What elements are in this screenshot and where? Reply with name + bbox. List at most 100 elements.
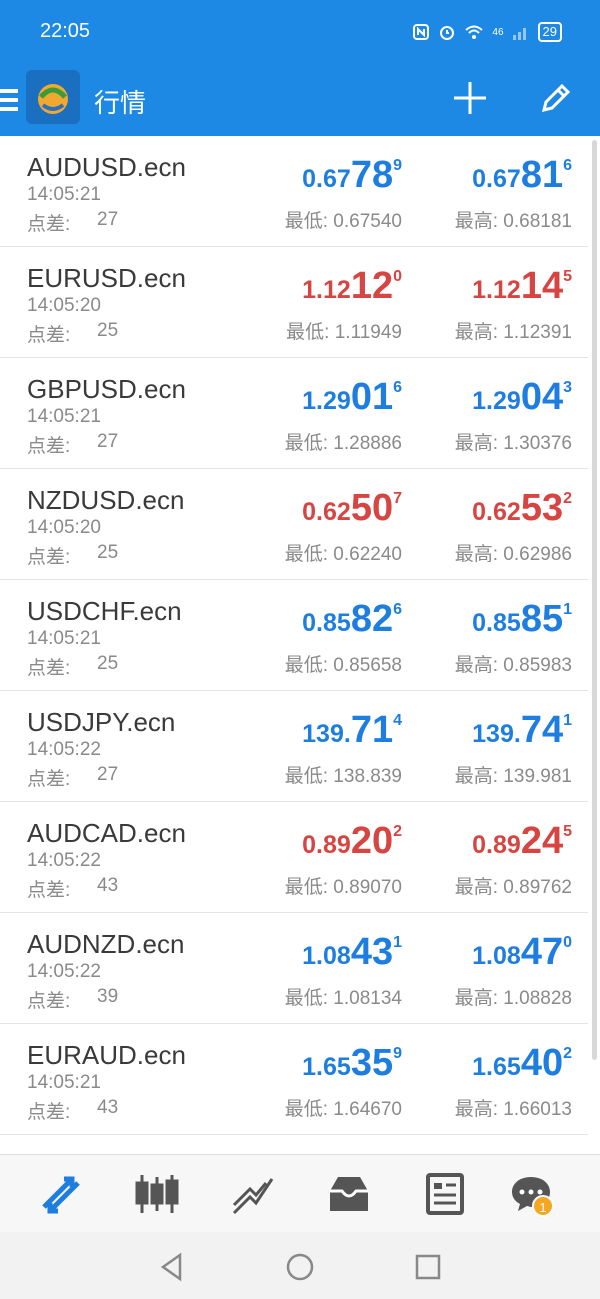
spread-value: 43 — [97, 875, 119, 896]
app-bar: 行情 — [0, 68, 600, 136]
ask-price[interactable]: 1.65402 — [472, 1042, 572, 1086]
ask-price-prefix: 0.62 — [472, 498, 521, 526]
bid-price[interactable]: 1.12120 — [302, 265, 402, 309]
ask-price-pips: 74 — [520, 709, 564, 751]
recents-icon[interactable] — [414, 1252, 442, 1282]
ask-price-fraction: 1 — [563, 712, 572, 729]
bid-price-prefix: 139. — [302, 720, 351, 748]
quote-time: 14:05:21 — [27, 1072, 101, 1093]
quote-row[interactable]: AUDNZD.ecn 14:05:22 点差: 39 1.08431 1.084… — [0, 913, 588, 1024]
quotes-icon[interactable] — [38, 1171, 84, 1217]
bid-price-fraction: 9 — [393, 1045, 402, 1062]
spread-value: 27 — [97, 431, 119, 452]
quote-row[interactable]: AUDUSD.ecn 14:05:21 点差: 27 0.67789 0.678… — [0, 136, 588, 247]
back-icon[interactable] — [158, 1252, 186, 1282]
bid-price-fraction: 7 — [393, 490, 402, 507]
network-label: 46 — [492, 26, 504, 38]
ask-price-fraction: 5 — [563, 823, 572, 840]
spread-value: 39 — [97, 986, 119, 1007]
news-icon[interactable] — [422, 1171, 468, 1217]
add-icon[interactable] — [452, 80, 488, 116]
spread-label: 点差: — [27, 436, 71, 457]
high-price: 最高: 139.981 — [454, 766, 572, 787]
quote-row[interactable]: AUDCAD.ecn 14:05:22 点差: 43 0.89202 0.892… — [0, 802, 588, 913]
quote-row[interactable]: EURUSD.ecn 14:05:20 点差: 25 1.12120 1.121… — [0, 247, 588, 358]
scrollbar-thumb[interactable] — [592, 140, 597, 1060]
spread-label: 点差: — [27, 1102, 71, 1123]
bid-price-pips: 43 — [350, 931, 394, 973]
menu-icon[interactable] — [0, 86, 18, 116]
quote-row[interactable]: EURAUD.ecn 14:05:21 点差: 43 1.65359 1.654… — [0, 1024, 588, 1135]
quote-row[interactable]: GBPUSD.ecn 14:05:21 点差: 27 1.29016 1.290… — [0, 358, 588, 469]
symbol-name: EURUSD.ecn — [27, 263, 186, 293]
bid-price[interactable]: 1.29016 — [302, 376, 402, 420]
spread-label: 点差: — [27, 769, 71, 790]
ask-price[interactable]: 139.741 — [472, 709, 572, 753]
bid-price-fraction: 4 — [393, 712, 402, 729]
ask-price-fraction: 5 — [563, 268, 572, 285]
signal-icon — [512, 28, 526, 40]
ask-price[interactable]: 1.29043 — [472, 376, 572, 420]
metatrader-logo — [26, 70, 80, 124]
chat-button[interactable]: 1 — [508, 1171, 554, 1217]
system-nav — [0, 1232, 600, 1299]
ask-price[interactable]: 1.12145 — [472, 265, 572, 309]
quote-row[interactable]: USDJPY.ecn 14:05:22 点差: 27 139.714 139.7… — [0, 691, 588, 802]
bid-price[interactable]: 0.67789 — [302, 154, 402, 198]
ask-price[interactable]: 0.85851 — [472, 598, 572, 642]
high-price: 最高: 0.89762 — [454, 877, 572, 898]
bid-price[interactable]: 0.85826 — [302, 598, 402, 642]
status-time: 22:05 — [40, 20, 91, 42]
status-bar: 22:05 46 29 — [0, 0, 600, 68]
bid-price-pips: 78 — [350, 154, 394, 196]
bid-price[interactable]: 1.65359 — [302, 1042, 402, 1086]
ask-price-pips: 81 — [520, 154, 564, 196]
ask-price[interactable]: 1.08470 — [472, 931, 572, 975]
spread-value: 27 — [97, 209, 119, 230]
spread-label: 点差: — [27, 325, 71, 346]
low-price: 最低: 0.62240 — [284, 544, 402, 565]
bid-price-prefix: 1.08 — [302, 942, 351, 970]
edit-icon[interactable] — [536, 78, 576, 118]
bid-price-prefix: 1.65 — [302, 1053, 351, 1081]
spread-label: 点差: — [27, 991, 71, 1012]
ask-price-prefix: 0.89 — [472, 831, 521, 859]
ask-price[interactable]: 0.89245 — [472, 820, 572, 864]
bid-price-fraction: 6 — [393, 379, 402, 396]
ask-price-pips: 14 — [520, 265, 564, 307]
bottom-nav: 1 — [0, 1154, 600, 1232]
bid-price[interactable]: 0.62507 — [302, 487, 402, 531]
ask-price[interactable]: 0.62532 — [472, 487, 572, 531]
bid-price-prefix: 0.89 — [302, 831, 351, 859]
spread-value: 27 — [97, 764, 119, 785]
ask-price[interactable]: 0.67816 — [472, 154, 572, 198]
ask-price-prefix: 1.12 — [472, 276, 521, 304]
ask-price-pips: 04 — [520, 376, 564, 418]
ask-price-fraction: 0 — [563, 934, 572, 951]
bid-price-pips: 71 — [350, 709, 394, 751]
bid-price[interactable]: 139.714 — [302, 709, 402, 753]
bid-price-fraction: 0 — [393, 268, 402, 285]
quotes-list[interactable]: AUDUSD.ecn 14:05:21 点差: 27 0.67789 0.678… — [0, 136, 600, 1154]
bid-price[interactable]: 1.08431 — [302, 931, 402, 975]
bid-price-prefix: 0.85 — [302, 609, 351, 637]
quote-row[interactable]: USDCHF.ecn 14:05:21 点差: 25 0.85826 0.858… — [0, 580, 588, 691]
ask-price-prefix: 0.67 — [472, 165, 521, 193]
page-title: 行情 — [94, 88, 147, 118]
bid-price[interactable]: 0.89202 — [302, 820, 402, 864]
low-price: 最低: 1.64670 — [284, 1099, 402, 1120]
bid-price-fraction: 2 — [393, 823, 402, 840]
quote-row[interactable]: NZDUSD.ecn 14:05:20 点差: 25 0.62507 0.625… — [0, 469, 588, 580]
spread-label: 点差: — [27, 547, 71, 568]
history-icon[interactable] — [326, 1171, 372, 1217]
home-icon[interactable] — [285, 1252, 315, 1282]
low-price: 最低: 1.28886 — [284, 433, 402, 454]
wifi-icon — [465, 25, 484, 39]
low-price: 最低: 138.839 — [284, 766, 402, 787]
trade-icon[interactable] — [230, 1171, 276, 1217]
ask-price-prefix: 1.29 — [472, 387, 521, 415]
ask-price-prefix: 139. — [472, 720, 521, 748]
chart-icon[interactable] — [134, 1171, 180, 1217]
bid-price-pips: 50 — [350, 487, 394, 529]
bid-price-prefix: 0.62 — [302, 498, 351, 526]
